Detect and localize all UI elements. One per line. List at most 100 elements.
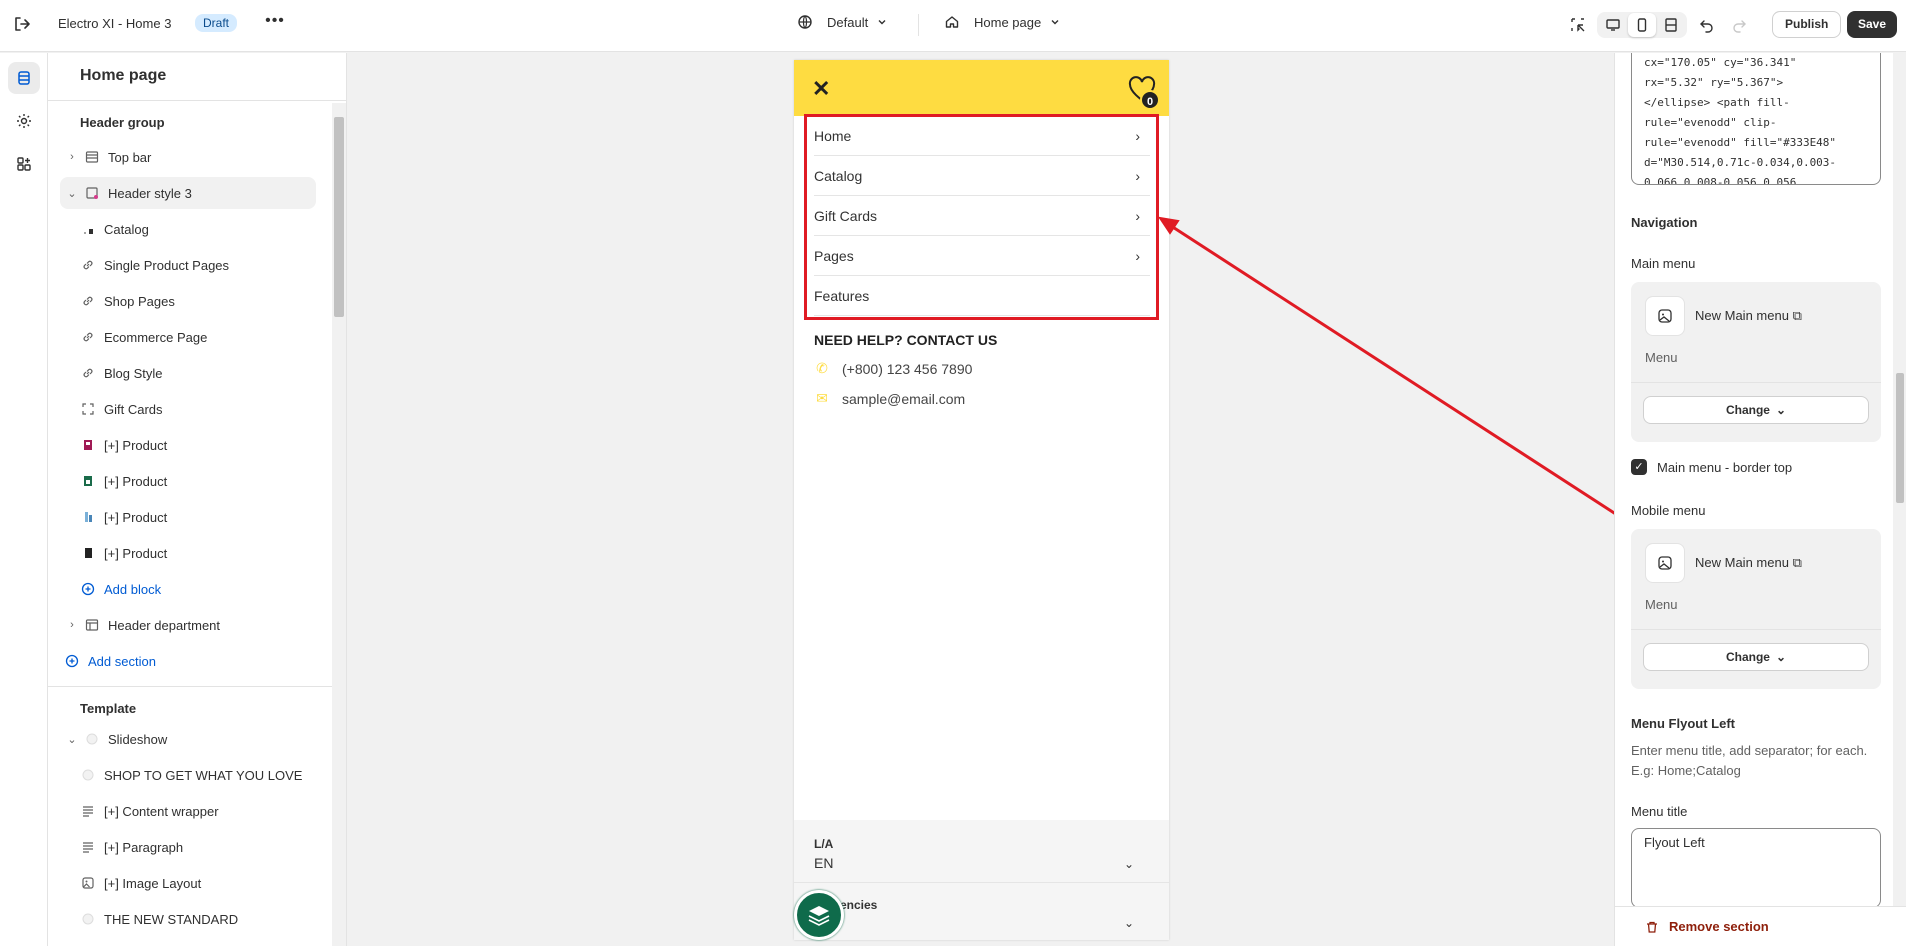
svg-code-textarea[interactable]: cx="170.05" cy="36.341" rx="5.32" ry="5.… — [1631, 53, 1881, 185]
add-block-label: Add block — [104, 581, 162, 597]
card-divider — [1631, 629, 1881, 630]
desktop-view-icon[interactable] — [1599, 13, 1627, 37]
sidebar-item-label: Shop Pages — [104, 293, 175, 309]
sidebar-item-label: Blog Style — [104, 365, 163, 381]
sidebar-item-shop-pages[interactable]: Shop Pages — [76, 285, 316, 317]
sidebar-item-header-style-3[interactable]: ⌄ Header style 3 — [60, 177, 316, 209]
sidebar-item-product[interactable]: [+] Product — [76, 537, 316, 569]
link-icon — [80, 257, 96, 273]
close-icon[interactable]: ✕ — [812, 76, 830, 102]
main-menu-border-top-checkbox[interactable]: ✓ Main menu - border top — [1631, 459, 1792, 475]
store-title: Electro XI - Home 3 — [58, 16, 172, 31]
sidebar-item-ecommerce-page[interactable]: Ecommerce Page — [76, 321, 316, 353]
sidebar-item-slide[interactable]: SHOP TO GET WHAT YOU LOVE — [76, 759, 338, 791]
sidebar-item-label: [+] Image Layout — [104, 875, 202, 891]
sidebar-item-label: Catalog — [104, 221, 149, 237]
add-section-button[interactable]: Add section — [60, 645, 316, 677]
contact-phone-text: (+800) 123 456 7890 — [842, 360, 973, 377]
save-button[interactable]: Save — [1847, 11, 1898, 38]
scrollbar-thumb[interactable] — [1896, 373, 1904, 503]
sections-icon[interactable] — [8, 62, 40, 94]
remove-section-label: Remove section — [1669, 919, 1769, 934]
mobile-menu-picker: New Main menu ⧉ Menu Change ⌄ — [1631, 529, 1881, 689]
sidebar-item-blog-style[interactable]: Blog Style — [76, 357, 316, 389]
publish-button[interactable]: Publish — [1772, 11, 1842, 38]
menu-title-input[interactable]: Flyout Left — [1631, 828, 1881, 908]
chevron-down-icon[interactable]: ⌄ — [1124, 857, 1134, 871]
sidebar-item-label: Top bar — [108, 149, 152, 165]
sidebar-item-image-layout[interactable]: [+] Image Layout — [76, 867, 316, 899]
sidebar-item-top-bar[interactable]: › Top bar — [60, 141, 316, 173]
image-icon — [84, 731, 100, 747]
main-menu-label: Main menu — [1631, 256, 1696, 271]
product-icon — [80, 437, 96, 453]
sections-sidebar: Home page Header group › Top bar ⌄ Heade… — [48, 53, 347, 946]
add-block-button[interactable]: Add block — [76, 573, 316, 605]
sidebar-item-catalog[interactable]: Catalog — [76, 213, 316, 245]
sidebar-item-slide[interactable]: THE NEW STANDARD — [76, 903, 316, 935]
mobile-menu-header: ✕ 0 — [794, 60, 1169, 116]
sidebar-item-product[interactable]: [+] Product — [76, 429, 316, 461]
scrollbar-thumb[interactable] — [334, 117, 344, 317]
template-heading: Template — [80, 701, 137, 716]
mobile-menu-change-button[interactable]: Change ⌄ — [1643, 643, 1869, 671]
mail-icon: ✉ — [816, 390, 828, 406]
sidebar-item-product[interactable]: [+] Product — [76, 465, 316, 497]
language-value[interactable]: EN — [814, 855, 833, 871]
chevron-down-icon[interactable]: ⌄ — [64, 187, 80, 200]
sidebar-item-header-department[interactable]: › Header department — [60, 609, 316, 641]
change-label: Change — [1725, 650, 1770, 664]
sidebar-scrollbar[interactable] — [332, 103, 346, 946]
chevron-down-icon: ⌄ — [1775, 403, 1787, 417]
chevron-down-icon[interactable]: ⌄ — [1124, 916, 1134, 930]
card-divider — [1631, 382, 1881, 383]
redo-icon[interactable] — [1727, 13, 1751, 37]
sidebar-item-content-wrapper[interactable]: [+] Content wrapper — [76, 795, 316, 827]
panel-scrollbar[interactable] — [1893, 53, 1906, 906]
app-badge-icon[interactable] — [794, 890, 844, 940]
sidebar-item-slideshow[interactable]: ⌄ Slideshow — [60, 723, 316, 755]
mobile-menu-sub: Menu — [1645, 597, 1678, 612]
sidebar-item-paragraph[interactable]: [+] Paragraph — [76, 831, 316, 863]
frame-icon — [80, 401, 96, 417]
footer-divider — [794, 882, 1169, 883]
sidebar-title: Home page — [80, 67, 167, 84]
checkbox-icon[interactable]: ✓ — [1631, 459, 1647, 475]
main-menu-sub: Menu — [1645, 350, 1678, 365]
mobile-menu-name: New Main menu — [1695, 555, 1789, 570]
sidebar-item-product[interactable]: [+] Product — [76, 501, 316, 533]
undo-icon[interactable] — [1695, 13, 1719, 37]
mobile-menu-link[interactable]: New Main menu ⧉ — [1695, 555, 1802, 571]
fullscreen-view-icon[interactable] — [1657, 13, 1685, 37]
inspector-icon[interactable] — [1566, 13, 1590, 37]
flyout-heading: Menu Flyout Left — [1631, 716, 1735, 731]
panel-footer: Remove section — [1615, 906, 1906, 946]
chevron-down-icon[interactable]: ⌄ — [64, 733, 80, 746]
plus-circle-icon — [80, 581, 96, 597]
theme-select[interactable]: Default — [797, 14, 888, 30]
chevron-down-icon — [878, 20, 886, 25]
image-icon — [80, 875, 96, 891]
more-actions-button[interactable]: ••• — [262, 12, 288, 36]
main-menu-link[interactable]: New Main menu ⧉ — [1695, 308, 1802, 324]
flyout-help-text: Enter menu title, add separator; for eac… — [1631, 743, 1868, 778]
mobile-view-icon[interactable] — [1628, 13, 1656, 37]
sidebar-item-label: [+] Product — [104, 473, 168, 489]
sidebar-item-label: [+] Paragraph — [104, 839, 184, 855]
contact-email[interactable]: ✉ sample@email.com — [814, 390, 965, 407]
remove-section-button[interactable]: Remove section — [1645, 919, 1769, 934]
contact-phone[interactable]: ✆ (+800) 123 456 7890 — [814, 360, 972, 377]
gear-icon[interactable] — [8, 105, 40, 137]
sidebar-item-label: [+] Content wrapper — [104, 803, 219, 819]
page-select[interactable]: Home page — [944, 14, 1061, 30]
chevron-right-icon[interactable]: › — [64, 151, 80, 163]
image-icon — [80, 911, 96, 927]
viewport-switcher — [1597, 12, 1687, 38]
image-icon — [80, 767, 96, 783]
chevron-right-icon[interactable]: › — [64, 619, 80, 631]
exit-icon[interactable] — [12, 14, 32, 34]
apps-icon[interactable] — [8, 148, 40, 180]
sidebar-item-gift-cards[interactable]: Gift Cards — [76, 393, 316, 425]
sidebar-item-single-product-pages[interactable]: Single Product Pages — [76, 249, 316, 281]
main-menu-change-button[interactable]: Change ⌄ — [1643, 396, 1869, 424]
